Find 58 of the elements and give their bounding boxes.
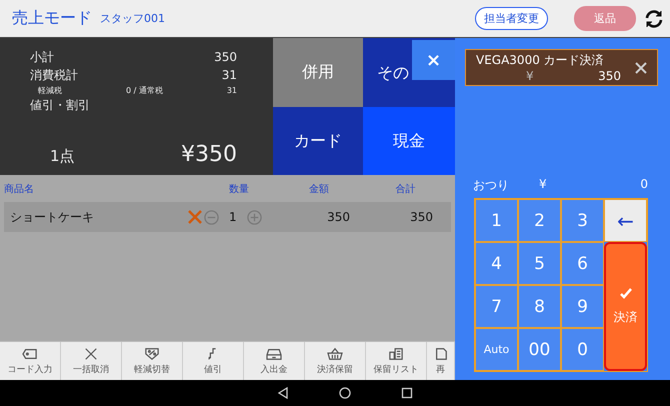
column-header: 金額 [308, 182, 330, 196]
home-icon[interactable] [339, 387, 351, 399]
keypad-key[interactable]: 3 [561, 199, 604, 242]
payment-entry[interactable]: VEGA3000 カード決済 ¥ 350 [465, 49, 658, 86]
drawer-icon [265, 346, 283, 361]
summary-label: 軽減税 [38, 84, 62, 96]
mode-title: 売上モード [12, 8, 92, 29]
currency-sign: ¥ [526, 69, 534, 83]
keypad-key[interactable]: 5 [518, 242, 561, 285]
payment-amount: 350 [598, 69, 621, 83]
column-header: 商品名 [4, 182, 35, 196]
settle-button[interactable]: 決済 [604, 242, 647, 371]
payment-method-button[interactable]: 併用 [273, 38, 363, 107]
summary-label: 小計 [30, 48, 54, 66]
change-amount: 0 [640, 177, 648, 193]
keypad-key[interactable]: 6 [561, 242, 604, 285]
return-button[interactable]: 返品 [574, 6, 636, 31]
total-amount: ¥350 [181, 142, 237, 167]
percent-icon [143, 346, 161, 361]
tag-icon [21, 346, 39, 361]
keypad-key[interactable]: 9 [561, 285, 604, 328]
item-price: 350 [326, 210, 351, 224]
payment-name: VEGA3000 カード決済 [476, 52, 605, 69]
item-count: 1点 [50, 147, 75, 166]
summary-value: 350 [214, 50, 237, 64]
basket-icon [326, 346, 344, 361]
backspace-key[interactable]: ← [604, 199, 647, 242]
keypad-key[interactable]: 4 [475, 242, 518, 285]
refresh-icon[interactable] [644, 8, 664, 28]
summary-value: 31 [222, 68, 237, 82]
list-icon [387, 346, 405, 361]
staff-name: スタッフ001 [100, 11, 166, 26]
summary-detail: 0 / 通常税 [126, 84, 163, 96]
change-label: おつり [473, 177, 509, 194]
close-icon[interactable] [635, 62, 647, 74]
currency-sign: ¥ [539, 177, 548, 193]
column-header: 合計 [394, 182, 416, 196]
item-total: 350 [409, 210, 434, 224]
recents-icon[interactable] [401, 387, 413, 399]
change-staff-button[interactable]: 担当者変更 [475, 7, 548, 30]
summary-value: 31 [226, 86, 237, 94]
back-icon[interactable] [277, 387, 289, 399]
keypad-key[interactable]: 1 [475, 199, 518, 242]
payment-method-button[interactable]: 現金 [363, 107, 455, 175]
keypad-key[interactable]: 00 [518, 328, 561, 371]
close-button[interactable]: × [412, 40, 455, 80]
item-name: ショートケーキ [9, 208, 95, 226]
summary-label: 値引・割引 [30, 96, 90, 114]
keypad-key[interactable]: 0 [561, 328, 604, 371]
item-quantity: 1 [229, 210, 237, 224]
keypad-key[interactable]: Auto [475, 328, 518, 371]
keypad-key[interactable]: 7 [475, 285, 518, 328]
payment-method-button[interactable]: カード [273, 107, 363, 175]
column-header: 数量 [228, 182, 250, 196]
keypad-key[interactable]: 8 [518, 285, 561, 328]
keypad-key[interactable]: 2 [518, 199, 561, 242]
summary-label: 消費税計 [30, 66, 78, 84]
check-icon [620, 288, 632, 298]
